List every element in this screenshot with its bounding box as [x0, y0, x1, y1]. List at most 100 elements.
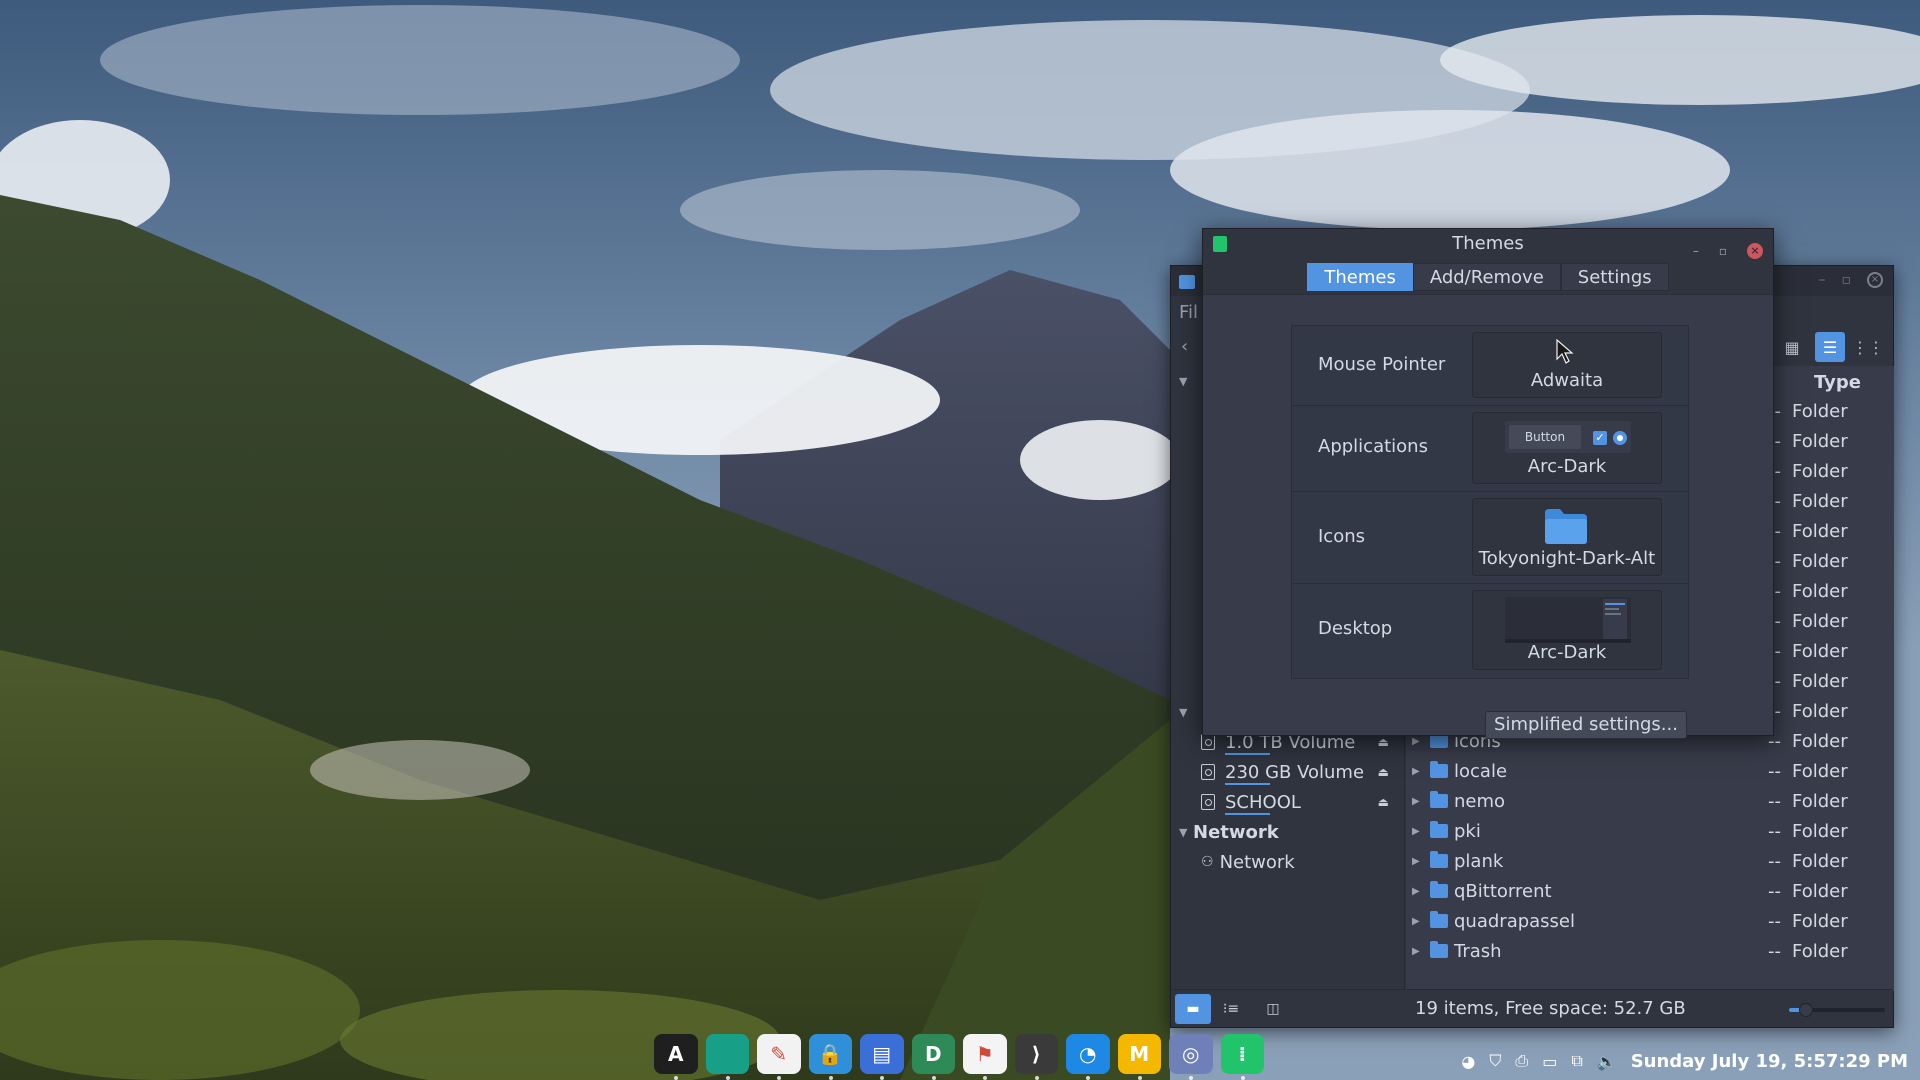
drive-icon	[1201, 764, 1215, 780]
cell-type: Folder	[1792, 430, 1848, 452]
dock: A ✎ 🔒 ▤ D ⚑ ⟩ ◔ M ◎ ⁞	[648, 1028, 1270, 1080]
table-row[interactable]: ▶ plank -- Folder	[1406, 846, 1894, 876]
cell-name: locale	[1454, 760, 1508, 782]
network-icon[interactable]: ⧉	[1571, 1051, 1582, 1071]
simplified-settings-button[interactable]: Simplified settings...	[1485, 711, 1687, 739]
arch-launcher-icon[interactable]: A	[654, 1034, 698, 1080]
theme-name: Tokyonight-Dark-Alt	[1478, 548, 1656, 569]
eject-icon[interactable]: ⏏	[1378, 735, 1389, 749]
cell-size: --	[1768, 760, 1781, 782]
sidebar-item-network[interactable]: ⚇ Network	[1171, 847, 1405, 877]
vpn-shield-icon[interactable]: ⛉	[1489, 1051, 1501, 1071]
document-viewer-icon[interactable]: ▤	[860, 1034, 904, 1080]
themes-titlebar[interactable]: Themes – ▫ ×	[1203, 229, 1773, 259]
minimize-button[interactable]: –	[1693, 236, 1699, 266]
expander-arrow-icon[interactable]: ▶	[1412, 826, 1426, 837]
sidebar-device-item[interactable]: SCHOOL ⏏	[1171, 787, 1405, 817]
back-arrow-icon[interactable]: ‹	[1181, 336, 1188, 357]
password-manager-icon[interactable]: 🔒	[808, 1034, 852, 1080]
sidebar-section-network[interactable]: ▼ Network	[1171, 817, 1405, 847]
row-label: Mouse Pointer	[1318, 354, 1446, 375]
expander-arrow-icon[interactable]: ▶	[1412, 946, 1426, 957]
sync-icon[interactable]: ◕	[1461, 1052, 1475, 1071]
table-row[interactable]: ▶ nemo -- Folder	[1406, 786, 1894, 816]
tree-toggle-button[interactable]: ⁝≡	[1213, 994, 1249, 1024]
eject-icon[interactable]: ⏏	[1378, 795, 1389, 809]
expander-arrow-icon[interactable]: ▶	[1412, 916, 1426, 927]
mouse-pointer-theme-button[interactable]: Adwaita	[1472, 332, 1662, 398]
table-row[interactable]: ▶ pki -- Folder	[1406, 816, 1894, 846]
flag-app-icon[interactable]: ⚑	[963, 1034, 1007, 1080]
printer-icon[interactable]: ⎙	[1515, 1051, 1528, 1071]
places-toggle-button[interactable]: ▬	[1175, 994, 1211, 1024]
mail-icon[interactable]: M	[1117, 1034, 1161, 1080]
expander-arrow-icon[interactable]: ▶	[1412, 796, 1426, 807]
browser-compass-icon[interactable]: ◔	[1066, 1034, 1110, 1080]
preview-checkbox: ✓	[1593, 431, 1607, 445]
cursor-preview-icon	[1556, 339, 1574, 364]
preview-button: Button	[1509, 425, 1581, 449]
terminal-icon[interactable]: ⟩	[1014, 1034, 1058, 1080]
sidebar-item-label: SCHOOL	[1225, 791, 1301, 815]
chromium-icon[interactable]: ◎	[1169, 1034, 1213, 1080]
spreadsheet-icon[interactable]: D	[911, 1034, 955, 1080]
clock[interactable]: Sunday July 19, 5:57:29 PM	[1631, 1051, 1908, 1072]
preview-radio	[1613, 431, 1627, 445]
tab-add-remove[interactable]: Add/Remove	[1412, 262, 1561, 291]
icon-view-button[interactable]: ▦	[1777, 332, 1807, 362]
row-label: Icons	[1318, 526, 1366, 547]
table-row[interactable]: ▶ Trash -- Folder	[1406, 936, 1894, 966]
volume-icon[interactable]: 🔈	[1597, 1052, 1617, 1071]
cell-name: pki	[1454, 820, 1481, 842]
cell-name: Trash	[1454, 940, 1502, 962]
applications-theme-button[interactable]: Button ✓ Arc-Dark	[1472, 412, 1662, 484]
row-label: Applications	[1318, 436, 1428, 457]
compact-view-button[interactable]: ⋮⋮	[1852, 332, 1884, 362]
sidebar-device-item[interactable]: 230 GB Volume ⏏	[1171, 757, 1405, 787]
display-icon[interactable]: ▭	[1542, 1052, 1557, 1071]
themes-window: Themes – ▫ × Themes Add/Remove Settings …	[1202, 228, 1774, 739]
table-row[interactable]: ▶ qBittorrent -- Folder	[1406, 876, 1894, 906]
desktop-theme-button[interactable]: Arc-Dark	[1472, 590, 1662, 670]
close-button[interactable]: ×	[1867, 272, 1883, 288]
folder-icon	[1430, 911, 1448, 928]
mouse-pointer-row: Mouse Pointer Adwaita	[1292, 326, 1688, 406]
table-row[interactable]: ▶ quadrapassel -- Folder	[1406, 906, 1894, 936]
cell-type: Folder	[1792, 760, 1848, 782]
file-manager-icon[interactable]	[705, 1034, 749, 1080]
expander-arrow-icon[interactable]: ▶	[1412, 886, 1426, 897]
table-row[interactable]: ▶ locale -- Folder	[1406, 756, 1894, 786]
folder-app-icon	[1179, 275, 1195, 289]
sidebar-item-label: Network	[1219, 851, 1295, 873]
cell-name: quadrapassel	[1454, 910, 1576, 932]
zoom-slider[interactable]	[1789, 1003, 1885, 1017]
list-view-button[interactable]: ☰	[1815, 332, 1845, 362]
icons-row: Icons Tokyonight-Dark-Alt	[1292, 492, 1688, 584]
hide-sidebar-button[interactable]: ◫	[1255, 994, 1291, 1024]
maximize-button[interactable]: ▫	[1842, 272, 1852, 288]
cell-name: plank	[1454, 850, 1504, 872]
icons-theme-button[interactable]: Tokyonight-Dark-Alt	[1472, 498, 1662, 576]
minimize-button[interactable]: –	[1819, 272, 1826, 288]
column-header-type[interactable]: Type	[1794, 366, 1894, 396]
cell-size: --	[1768, 940, 1781, 962]
cell-size: --	[1768, 880, 1781, 902]
menu-file[interactable]: Fil	[1179, 302, 1198, 323]
statusbar: ▬ ⁝≡ ◫ 19 items, Free space: 52.7 GB	[1171, 989, 1893, 1027]
eject-icon[interactable]: ⏏	[1378, 765, 1389, 779]
tab-settings[interactable]: Settings	[1560, 262, 1669, 291]
themes-app-icon[interactable]: ⁞	[1220, 1034, 1264, 1080]
close-button[interactable]: ×	[1747, 243, 1763, 259]
folder-preview-icon	[1545, 509, 1587, 544]
tab-themes[interactable]: Themes	[1307, 262, 1413, 291]
cell-type: Folder	[1792, 880, 1848, 902]
zoom-slider-handle[interactable]	[1799, 1003, 1814, 1017]
maximize-button[interactable]: ▫	[1719, 236, 1727, 266]
expander-arrow-icon[interactable]: ▶	[1412, 736, 1426, 747]
desktop-preview	[1505, 597, 1631, 643]
text-editor-icon[interactable]: ✎	[757, 1034, 801, 1080]
expander-arrow-icon[interactable]: ▶	[1412, 856, 1426, 867]
cell-size: --	[1768, 850, 1781, 872]
expander-arrow-icon[interactable]: ▶	[1412, 766, 1426, 777]
cell-type: Folder	[1792, 550, 1848, 572]
